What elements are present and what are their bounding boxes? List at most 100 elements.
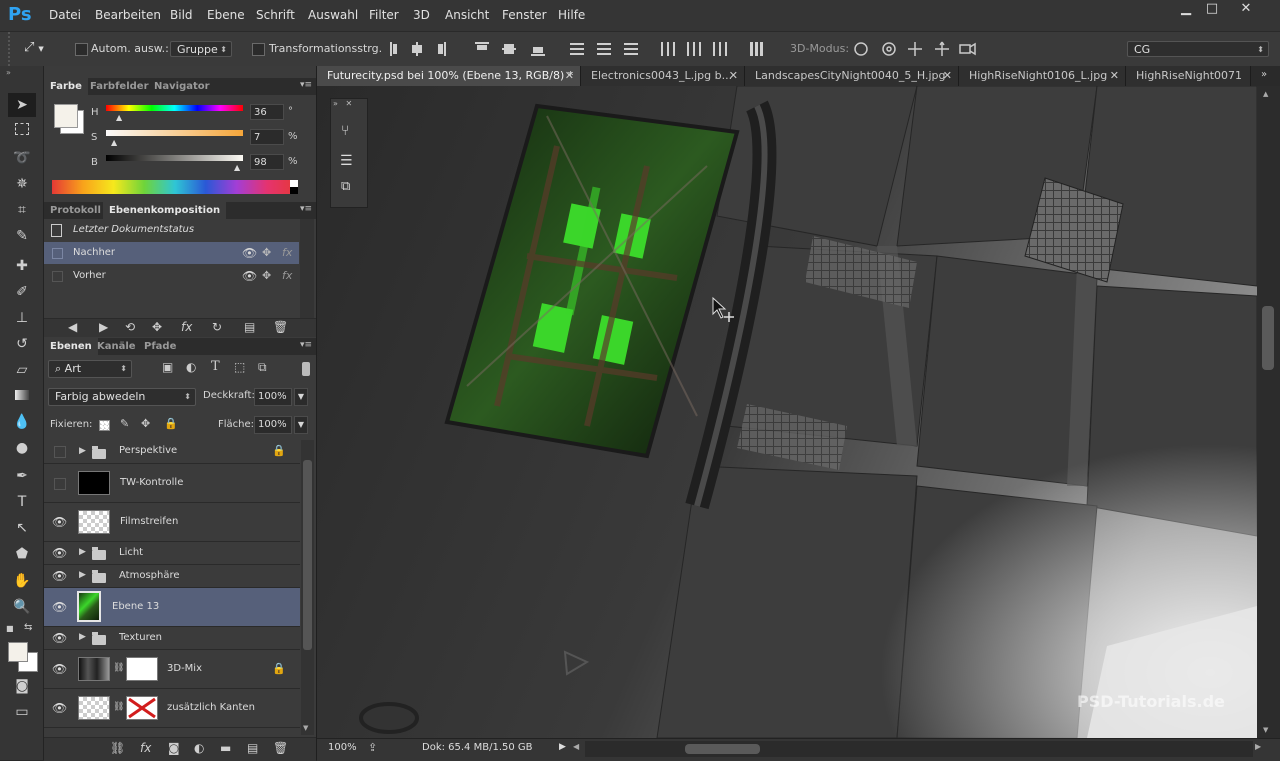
lasso-tool-icon[interactable]: ➰ [8, 146, 36, 170]
layers-scrollbar[interactable]: ▼ [301, 440, 314, 735]
brush-presets-icon[interactable]: ⑂ [341, 123, 349, 139]
filter-toggle-switch[interactable] [302, 362, 310, 376]
align-distribute-icons[interactable] [388, 40, 768, 58]
tab-kanaele[interactable]: Kanäle [91, 338, 142, 355]
expand-triangle-icon[interactable]: ▶ [79, 547, 86, 557]
maximize-button[interactable]: □ [1196, 0, 1228, 18]
blend-mode-dropdown[interactable]: Farbig abwedeln ⬍ [48, 388, 196, 406]
document-canvas[interactable]: » ✕ ⑂ ☰ ⧉ PSD-Tutorials.de [317, 86, 1257, 738]
eye-icon[interactable]: 👁 [52, 515, 67, 529]
move-tool-preset-icon[interactable]: ⤢ ▼ [24, 40, 54, 58]
tab-ebenen[interactable]: Ebenen [44, 338, 98, 355]
scroll-left-arrow-icon[interactable]: ◀ [573, 742, 579, 751]
brush-tool-icon[interactable]: ✐ [8, 280, 36, 304]
tab-farbfelder[interactable]: Farbfelder [84, 78, 155, 95]
link-icon[interactable]: ⛓ [113, 702, 124, 712]
menu-schrift[interactable]: Schrift [256, 0, 295, 31]
fx-icon[interactable]: fx [282, 242, 292, 264]
path-selection-tool-icon[interactable]: ↖ [8, 516, 36, 540]
update-position-icon[interactable]: ✥ [152, 320, 162, 334]
move-tool-icon[interactable]: ➤ [8, 93, 36, 117]
fill-slider-toggle[interactable]: ▼ [294, 416, 308, 434]
menu-filter[interactable]: Filter [369, 0, 399, 31]
foreground-color-swatch[interactable] [8, 642, 28, 662]
layer-row-filmstreifen[interactable]: 👁 Filmstreifen [44, 503, 300, 542]
hand-tool-icon[interactable]: ✋ [8, 569, 36, 593]
close-icon[interactable]: ✕ [943, 66, 952, 86]
fill-input[interactable]: 100% [254, 416, 292, 434]
scroll-right-arrow-icon[interactable]: ▶ [1255, 742, 1261, 751]
lock-position-icon[interactable]: ✥ [141, 417, 150, 430]
brightness-slider-handle[interactable]: ▲ [234, 163, 240, 172]
clone-source-icon[interactable]: ⧉ [341, 179, 350, 194]
zoom-level[interactable]: 100% [328, 742, 357, 753]
tab-navigator[interactable]: Navigator [148, 78, 216, 95]
black-swatch[interactable] [290, 187, 298, 194]
panel-menu-icon[interactable]: ▾≡ [300, 340, 312, 350]
update-appearance-icon[interactable]: ⟲ [125, 320, 135, 334]
tab-farbe[interactable]: Farbe [44, 78, 88, 95]
new-layer-icon[interactable]: ▤ [247, 741, 258, 755]
filter-smart-object-icon[interactable]: ⧉ [258, 360, 267, 375]
workspace-dropdown[interactable]: CG ⬍ [1127, 41, 1269, 57]
panel-menu-icon[interactable]: ▾≡ [300, 204, 312, 214]
close-icon[interactable]: ✕ [1110, 66, 1119, 86]
position-icon[interactable]: ✥ [262, 265, 271, 287]
status-menu-arrow-icon[interactable]: ▶ [559, 742, 566, 752]
eye-icon[interactable]: 👁 [242, 265, 257, 287]
position-icon[interactable]: ✥ [262, 242, 271, 264]
layer-row-tw-kontrolle[interactable]: TW-Kontrolle [44, 464, 300, 503]
layer-filter-dropdown[interactable]: ⌕ Art ⬍ [48, 360, 132, 378]
canvas-vertical-scrollbar[interactable]: ▲ ▼ [1257, 86, 1280, 738]
saturation-slider-handle[interactable]: ▲ [111, 138, 117, 147]
scroll-up-arrow-icon[interactable]: ▲ [1263, 90, 1268, 98]
scroll-down-arrow-icon[interactable]: ▼ [303, 724, 308, 732]
panel-menu-icon[interactable]: ▾≡ [300, 80, 312, 90]
white-swatch[interactable] [290, 180, 298, 187]
hue-slider-handle[interactable]: ▲ [116, 113, 122, 122]
comp-apply-checkbox[interactable] [52, 248, 63, 259]
layer-row-3d-mix[interactable]: 👁 ⛓ 3D-Mix 🔒 [44, 650, 300, 689]
next-comp-icon[interactable]: ▶ [99, 320, 108, 334]
layers-scrollbar-thumb[interactable] [303, 460, 312, 650]
quick-mask-icon[interactable]: ◙ [8, 674, 36, 698]
filter-adjustment-icon[interactable]: ◐ [186, 360, 196, 374]
doc-tab-futurecity[interactable]: Futurecity.psd bei 100% (Ebene 13, RGB/8… [317, 66, 581, 86]
shape-tool-icon[interactable]: ⬟ [8, 542, 36, 566]
doc-tab-highrise-0106[interactable]: HighRiseNight0106_L.jpg ✕ [959, 66, 1126, 86]
swap-colors-icon[interactable]: ⇆ [24, 622, 32, 633]
adjustment-layer-icon[interactable]: ◐ [194, 741, 204, 755]
menu-bearbeiten[interactable]: Bearbeiten [95, 0, 161, 31]
pen-tool-icon[interactable]: ✒ [8, 464, 36, 488]
update-comp-icon[interactable]: ↻ [212, 320, 222, 334]
floating-panel-header[interactable]: » ✕ [333, 99, 365, 109]
layer-row-perspektive[interactable]: ▶ Perspektive 🔒 [44, 440, 300, 464]
filter-shape-icon[interactable]: ⬚ [234, 360, 245, 374]
type-tool-icon[interactable]: T [8, 490, 36, 514]
tab-pfade[interactable]: Pfade [138, 338, 182, 355]
new-group-icon[interactable]: ▬ [220, 741, 231, 755]
eye-icon[interactable]: 👁 [52, 662, 67, 676]
brightness-slider[interactable] [106, 155, 243, 161]
default-colors-icon[interactable]: ■ [6, 624, 16, 634]
eye-icon[interactable]: 👁 [52, 546, 67, 560]
marquee-tool-icon[interactable] [8, 119, 36, 143]
more-tabs-icon[interactable]: » [1261, 69, 1267, 80]
brush-settings-icon[interactable]: ☰ [340, 153, 353, 169]
collapse-toolbar-icon[interactable]: » [6, 68, 11, 77]
tab-protokoll[interactable]: Protokoll [44, 202, 107, 219]
zoom-tool-icon[interactable]: 🔍 [8, 595, 36, 619]
stamp-tool-icon[interactable]: ⊥ [8, 306, 36, 330]
hue-value-input[interactable]: 36 [250, 104, 284, 120]
vertical-scroll-thumb[interactable] [1262, 306, 1274, 370]
trash-icon[interactable]: 🗑 [273, 741, 288, 755]
menu-auswahl[interactable]: Auswahl [308, 0, 358, 31]
add-mask-icon[interactable]: ◙ [168, 741, 180, 755]
comp-item-vorher[interactable]: Vorher 👁 ✥ fx [44, 265, 299, 287]
visibility-toggle-empty[interactable] [54, 446, 66, 458]
doc-tab-electronics[interactable]: Electronics0043_L.jpg b... ✕ [581, 66, 745, 86]
color-panel-foreground-swatch[interactable] [54, 104, 78, 128]
visibility-toggle-empty[interactable] [54, 478, 66, 490]
expand-triangle-icon[interactable]: ▶ [79, 446, 86, 456]
auto-select-checkbox[interactable] [75, 43, 88, 56]
